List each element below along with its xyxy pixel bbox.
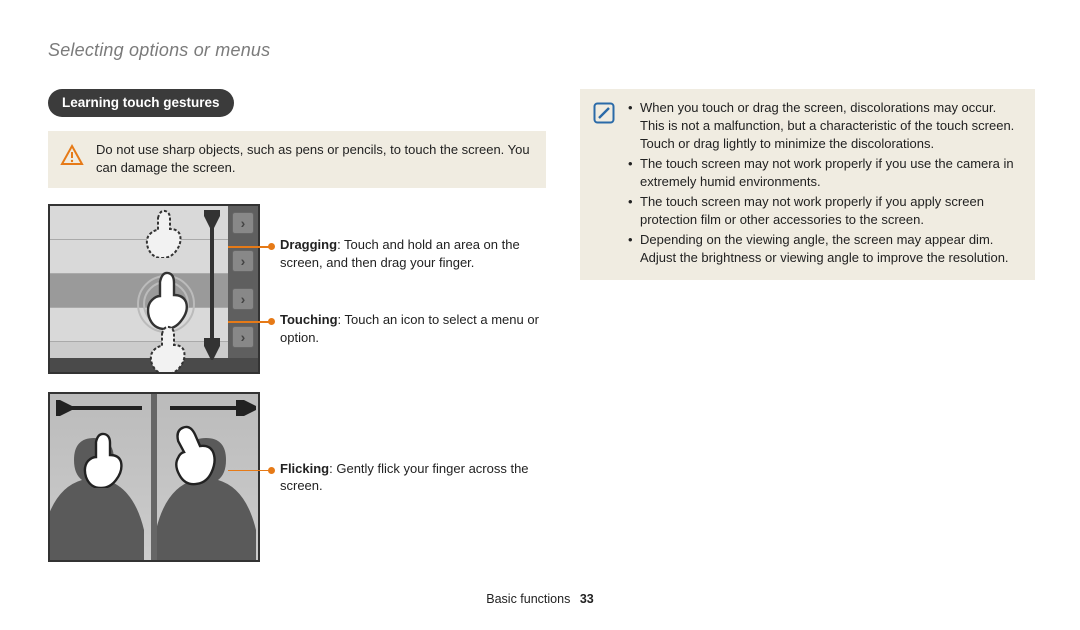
callout-connector [250, 317, 274, 327]
illustration-flick [48, 392, 260, 562]
gesture-block-drag-touch: › › › › [48, 204, 546, 374]
warning-icon [60, 143, 84, 172]
warning-text: Do not use sharp objects, such as pens o… [96, 141, 532, 176]
gesture-desc-dragging: Dragging: Touch and hold an area on the … [280, 236, 546, 271]
left-column: Learning touch gestures Do not use sharp… [48, 89, 546, 580]
chevron-right-icon: › [232, 288, 254, 310]
list-item: Depending on the viewing angle, the scre… [628, 231, 1021, 267]
callout-connector [250, 242, 274, 252]
callout-connector [250, 466, 274, 476]
finger-icon [78, 432, 124, 488]
right-column: When you touch or drag the screen, disco… [580, 89, 1035, 580]
finger-icon [168, 424, 218, 486]
gesture-desc-flicking: Flicking: Gently flick your finger acros… [280, 460, 546, 495]
chevron-right-icon: › [232, 250, 254, 272]
note-list: When you touch or drag the screen, disco… [628, 99, 1021, 268]
footer-section: Basic functions [486, 592, 570, 606]
gesture-block-flick: Flicking: Gently flick your finger acros… [48, 392, 546, 562]
warning-callout: Do not use sharp objects, such as pens o… [48, 131, 546, 188]
footer-page-number: 33 [580, 592, 594, 606]
finger-icon [146, 324, 188, 374]
list-item: The touch screen may not work properly i… [628, 193, 1021, 229]
list-item: When you touch or drag the screen, disco… [628, 99, 1021, 153]
chevron-right-icon: › [232, 212, 254, 234]
finger-icon [142, 208, 184, 258]
note-callout: When you touch or drag the screen, disco… [580, 89, 1035, 280]
page-footer: Basic functions 33 [0, 592, 1080, 606]
page-heading: Selecting options or menus [48, 40, 1035, 61]
list-item: The touch screen may not work properly i… [628, 155, 1021, 191]
illustration-drag-touch: › › › › [48, 204, 260, 374]
gesture-desc-touching: Touching: Touch an icon to select a menu… [280, 311, 546, 346]
section-badge: Learning touch gestures [48, 89, 234, 117]
note-icon [592, 101, 616, 130]
chevron-right-icon: › [232, 326, 254, 348]
